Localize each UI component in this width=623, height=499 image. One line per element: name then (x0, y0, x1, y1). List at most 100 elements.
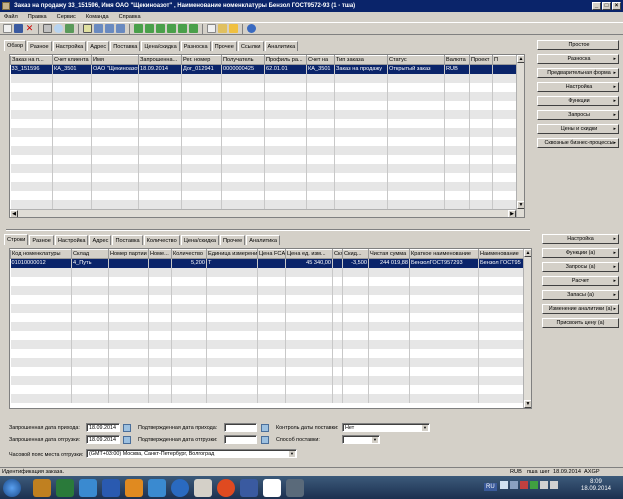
chevron-down-icon[interactable]: ▼ (422, 425, 428, 431)
empty-row[interactable] (10, 321, 531, 331)
action-button[interactable]: Настройка ▸ (542, 234, 619, 244)
tray-icon[interactable] (530, 481, 538, 489)
empty-row[interactable] (10, 375, 531, 385)
tab-other[interactable]: Прочее (211, 41, 237, 51)
tab-lines-delivery[interactable]: Поставка (112, 235, 143, 245)
req-receipt-field[interactable]: 18.09.2014 (86, 423, 120, 432)
action-button[interactable]: Запросы ▸ (537, 110, 619, 120)
conf-receipt-field[interactable] (224, 423, 257, 432)
action-button[interactable]: Функции ▸ (537, 96, 619, 106)
col-net-amount[interactable]: Чистая сумма (368, 249, 410, 259)
empty-row[interactable] (10, 303, 531, 313)
col-quantity[interactable]: Количество (171, 249, 207, 259)
filter-select-icon[interactable] (94, 24, 103, 33)
menu-file[interactable]: Файл (4, 12, 18, 22)
col-unit[interactable]: Единица измерения (206, 249, 258, 259)
empty-row[interactable] (10, 127, 521, 137)
clock[interactable]: 8:09 18.09.2014 (580, 479, 612, 493)
orders-vscroll[interactable]: ▲ ▼ (516, 55, 524, 217)
app-icon[interactable] (240, 478, 258, 497)
tray-icon[interactable] (500, 481, 508, 489)
table-row[interactable]: 33_151596 КА_3501 ОАО "Щекиноазот" 18.09… (10, 64, 521, 74)
empty-row[interactable] (10, 339, 531, 349)
next-page-icon[interactable] (178, 24, 187, 33)
minimize-button[interactable]: _ (592, 2, 601, 10)
prev-page-icon[interactable] (145, 24, 154, 33)
menu-tools[interactable]: Сервис (57, 12, 76, 22)
empty-row[interactable] (10, 118, 521, 128)
network-icon[interactable] (540, 481, 548, 489)
col-recipient[interactable]: Получатель (221, 55, 265, 65)
tab-lines-address[interactable]: Адрес (89, 235, 112, 245)
action-button[interactable]: Простое (537, 40, 619, 50)
tab-overview[interactable]: Обзор (4, 40, 27, 51)
calendar-icon[interactable] (261, 436, 269, 444)
empty-row[interactable] (10, 136, 521, 146)
scroll-right-icon[interactable]: ▶ (508, 210, 516, 217)
delete-icon[interactable]: ✕ (25, 24, 34, 33)
dynamics-icon[interactable] (194, 478, 212, 497)
action-button[interactable]: Запасы (а) ▸ (542, 290, 619, 300)
empty-row[interactable] (10, 190, 521, 200)
tab-lines-price[interactable]: Цена/скидка (180, 235, 220, 245)
filter-icon[interactable] (83, 24, 92, 33)
calendar-icon[interactable] (261, 424, 269, 432)
alert-icon[interactable] (229, 24, 238, 33)
empty-row[interactable] (10, 109, 521, 119)
refresh-icon[interactable] (65, 24, 74, 33)
calendar-icon[interactable] (123, 436, 131, 444)
tab-analytics[interactable]: Аналитика (264, 41, 299, 51)
volume-icon[interactable] (550, 481, 558, 489)
scroll-up-icon[interactable]: ▲ (524, 249, 531, 257)
explorer-icon[interactable] (33, 478, 51, 497)
empty-row[interactable] (10, 267, 531, 277)
req-ship-field[interactable]: 18.09.2014 (86, 435, 120, 444)
col-warehouse[interactable]: Склад (71, 249, 109, 259)
action-button[interactable]: Цены и скидки ▸ (537, 124, 619, 134)
language-indicator[interactable]: RU (484, 483, 497, 491)
calendar-icon[interactable] (123, 424, 131, 432)
tab-lines-setup[interactable]: Настройка (54, 235, 89, 245)
delivery-method-select[interactable]: ▼ (342, 435, 380, 444)
col-customer-account[interactable]: Счет клиента (52, 55, 92, 65)
prev-record-icon[interactable] (156, 24, 165, 33)
col-warehouse-2[interactable]: Склад (332, 249, 343, 259)
col-posting-profile[interactable]: Профиль ра... (264, 55, 307, 65)
empty-row[interactable] (10, 145, 521, 155)
tab-lines[interactable]: Строки (4, 234, 29, 245)
filter-advanced-icon[interactable] (105, 24, 114, 33)
col-order-type[interactable]: Тип заказа (334, 55, 388, 65)
tab-links[interactable]: Ссылки (237, 41, 264, 51)
tab-misc[interactable]: Разное (27, 41, 52, 51)
col-item-code[interactable]: Код номенклатуры (10, 249, 72, 259)
next-record-icon[interactable] (167, 24, 176, 33)
col-invoice-account[interactable]: Счет на (306, 55, 335, 65)
tab-delivery[interactable]: Поставка (110, 41, 141, 51)
col-unit-price[interactable]: Цена ед. изм... (285, 249, 333, 259)
menu-edit[interactable]: Правка (28, 12, 47, 22)
menu-command[interactable]: Команда (86, 12, 109, 22)
empty-row[interactable] (10, 181, 521, 191)
new-icon[interactable] (3, 24, 12, 33)
scroll-down-icon[interactable]: ▼ (524, 400, 531, 408)
col-reg-number[interactable]: Рег. номер (181, 55, 222, 65)
search-icon[interactable] (54, 24, 63, 33)
tab-lines-analytics[interactable]: Аналитика (246, 235, 280, 245)
tab-posting[interactable]: Разноска (180, 41, 211, 51)
orders-hscroll[interactable]: ◀ ▶ (10, 209, 516, 217)
empty-row[interactable] (10, 357, 531, 367)
paint-icon[interactable] (125, 478, 143, 497)
empty-row[interactable] (10, 384, 531, 394)
action-button[interactable]: Присвоить цену (а) (542, 318, 619, 328)
action-button[interactable]: Разноска ▸ (537, 54, 619, 64)
delivery-control-select[interactable]: Нет ▼ (342, 423, 430, 432)
empty-row[interactable] (10, 276, 531, 286)
tray-icon[interactable] (510, 481, 518, 489)
col-name[interactable]: Имя (91, 55, 139, 65)
word-icon[interactable] (102, 478, 120, 497)
empty-row[interactable] (10, 330, 531, 340)
col-discount[interactable]: Скид... (342, 249, 369, 259)
action-button[interactable]: Расчет ▸ (542, 276, 619, 286)
action-button[interactable]: Изменение аналитики (а) ▸ (542, 304, 619, 314)
app-icon[interactable] (286, 478, 304, 497)
